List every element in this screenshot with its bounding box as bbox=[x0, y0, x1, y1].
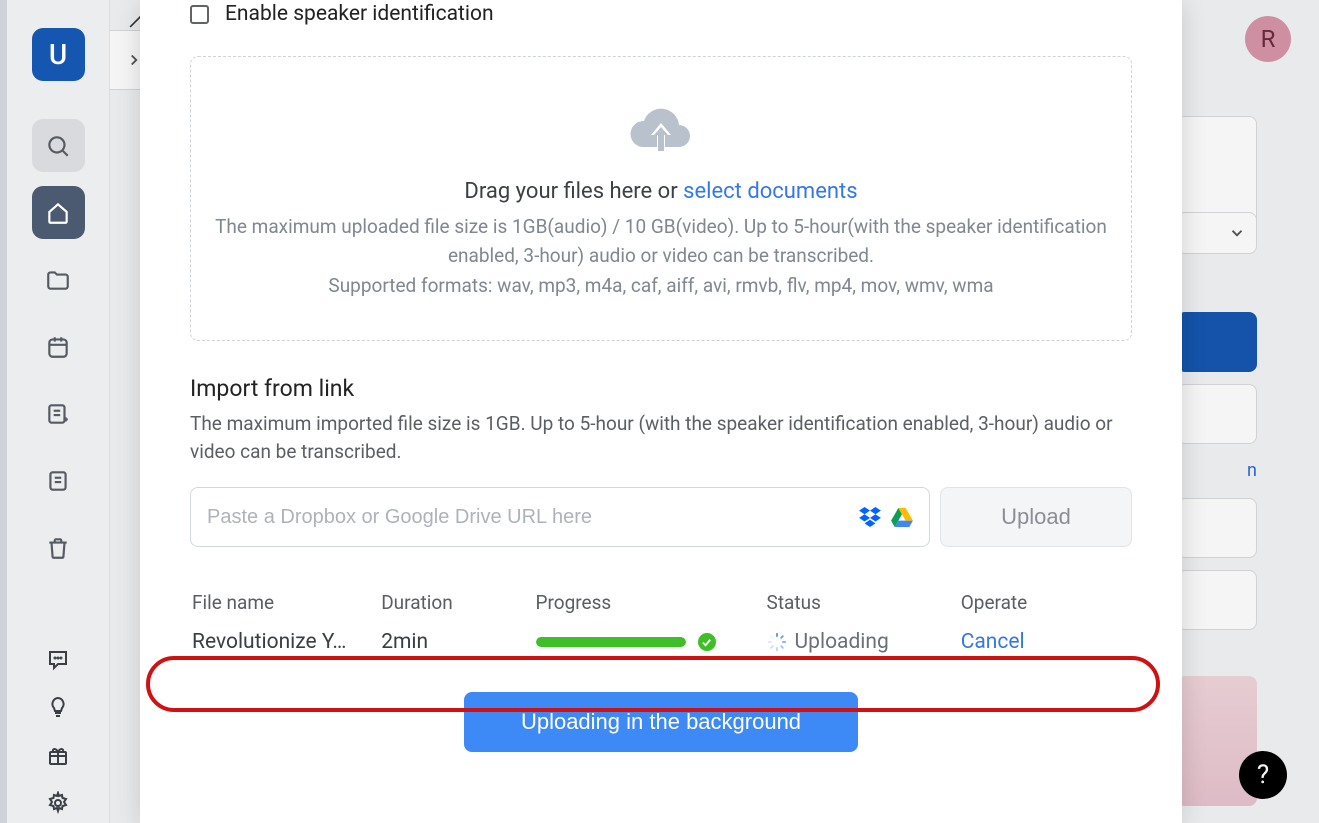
col-header-duration: Duration bbox=[381, 591, 535, 614]
status-text: Uploading bbox=[795, 630, 889, 654]
dropzone-note-2: Supported formats: wav, mp3, m4a, caf, a… bbox=[215, 271, 1107, 300]
cell-status: Uploading bbox=[767, 630, 961, 654]
nav-transcribe[interactable] bbox=[32, 387, 85, 440]
nav-settings[interactable] bbox=[38, 783, 78, 823]
left-sidebar: U bbox=[0, 0, 110, 823]
table-row: Revolutionize Y… 2min Uploading Cancel bbox=[190, 630, 1132, 654]
nav-folder[interactable] bbox=[32, 253, 85, 306]
speaker-id-label: Enable speaker identification bbox=[225, 2, 494, 26]
nav-gift[interactable] bbox=[38, 735, 78, 775]
nav-chat[interactable] bbox=[38, 639, 78, 679]
transcribe-icon bbox=[45, 401, 71, 427]
dropzone-note-1: The maximum uploaded file size is 1GB(au… bbox=[215, 212, 1107, 271]
gift-icon bbox=[46, 743, 70, 767]
col-header-operate: Operate bbox=[961, 591, 1130, 614]
select-documents-link[interactable]: select documents bbox=[683, 179, 857, 204]
col-header-name: File name bbox=[192, 591, 381, 614]
import-url-input[interactable] bbox=[207, 506, 859, 529]
speaker-id-checkbox[interactable] bbox=[190, 5, 209, 24]
calendar-icon bbox=[45, 334, 71, 360]
folder-icon bbox=[45, 267, 71, 293]
cloud-upload-icon bbox=[629, 101, 693, 155]
import-heading: Import from link bbox=[190, 375, 1132, 402]
gear-icon bbox=[46, 791, 70, 815]
nav-trash[interactable] bbox=[32, 521, 85, 574]
col-header-progress: Progress bbox=[536, 591, 767, 614]
upload-table: File name Duration Progress Status Opera… bbox=[190, 591, 1132, 654]
nav-idea[interactable] bbox=[38, 687, 78, 727]
bulb-icon bbox=[46, 695, 70, 719]
cell-filename: Revolutionize Y… bbox=[192, 630, 381, 654]
trash-icon bbox=[45, 535, 71, 561]
nav-search[interactable] bbox=[32, 119, 85, 172]
cell-duration: 2min bbox=[381, 630, 535, 654]
dropzone[interactable]: Drag your files here or select documents… bbox=[190, 56, 1132, 341]
nav-calendar[interactable] bbox=[32, 320, 85, 373]
cell-operate: Cancel bbox=[961, 630, 1130, 654]
dropzone-text: Drag your files here or bbox=[464, 179, 683, 204]
upload-modal: Enable speaker identification Drag your … bbox=[140, 0, 1182, 823]
progress-bar bbox=[536, 637, 686, 647]
upload-background-button[interactable]: Uploading in the background bbox=[464, 692, 858, 752]
home-icon bbox=[45, 200, 71, 226]
url-input-wrapper bbox=[190, 487, 930, 547]
spinner-icon bbox=[767, 632, 787, 652]
upload-url-button[interactable]: Upload bbox=[940, 487, 1132, 547]
col-header-status: Status bbox=[767, 591, 961, 614]
nav-notes[interactable] bbox=[32, 454, 85, 507]
cancel-link[interactable]: Cancel bbox=[961, 630, 1025, 654]
import-note: The maximum imported file size is 1GB. U… bbox=[190, 410, 1132, 465]
cell-progress bbox=[536, 633, 767, 651]
google-drive-icon[interactable] bbox=[891, 507, 913, 527]
search-icon bbox=[45, 133, 71, 159]
nav-home[interactable] bbox=[32, 186, 85, 239]
dropbox-icon[interactable] bbox=[859, 507, 881, 527]
check-icon bbox=[698, 633, 716, 651]
chat-icon bbox=[46, 647, 70, 671]
app-logo[interactable]: U bbox=[32, 28, 85, 81]
notes-icon bbox=[45, 468, 71, 494]
